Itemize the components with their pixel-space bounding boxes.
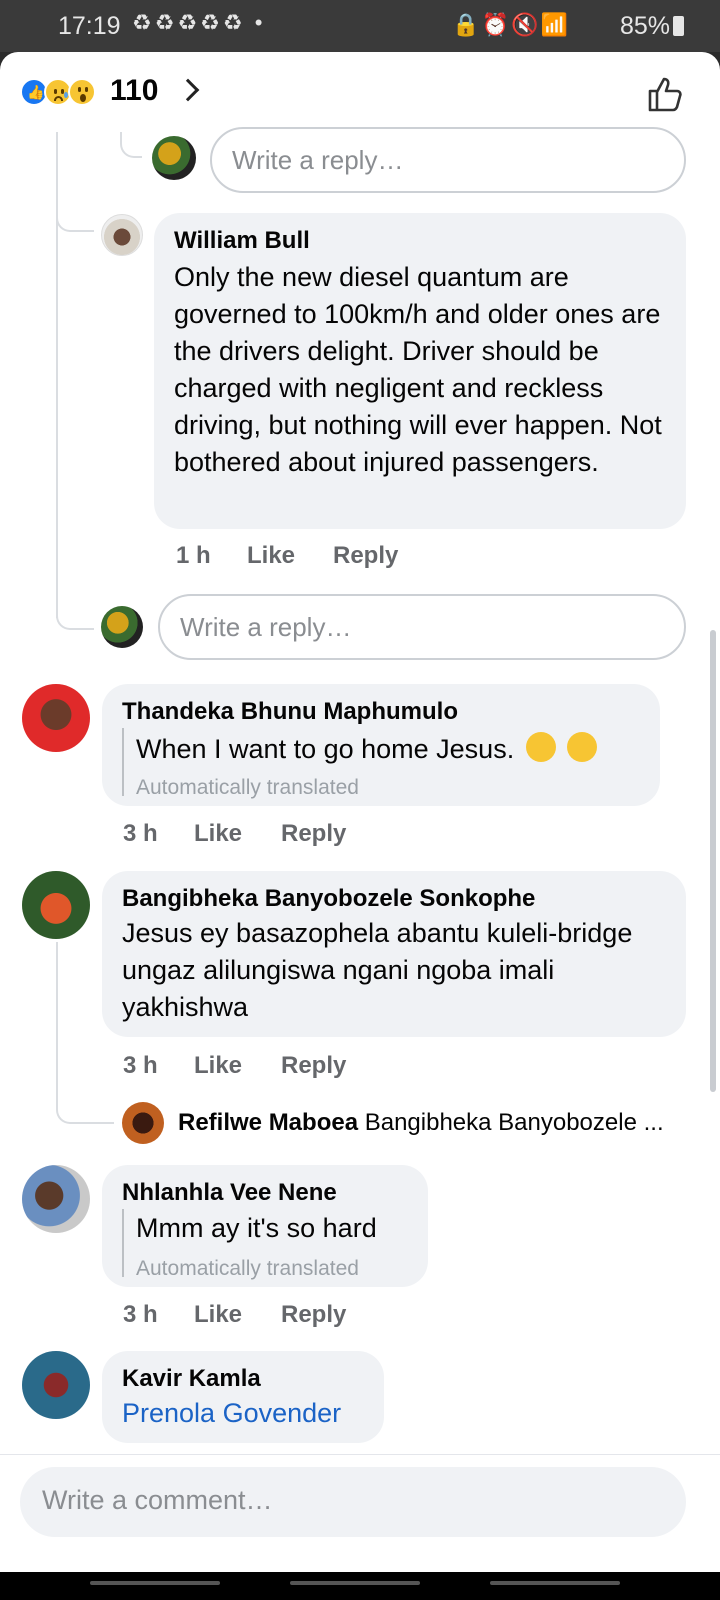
translated-block: Mmm ay it's so hard Automatically transl… [122, 1209, 412, 1280]
reply-preview[interactable]: Refilwe Maboea Bangibheka Banyobozele ..… [178, 1109, 688, 1137]
nav-back-handle[interactable] [90, 1581, 220, 1585]
comment-input[interactable]: Write a comment… [20, 1467, 686, 1537]
my-avatar [152, 136, 196, 180]
reply-button[interactable]: Reply [281, 1301, 346, 1329]
comment-author[interactable]: Nhlanhla Vee Nene [122, 1179, 337, 1207]
thread-connector [56, 1092, 114, 1124]
comment-composer: Write a comment… [0, 1454, 720, 1572]
reaction-icons[interactable] [20, 78, 96, 106]
chevron-right-icon[interactable] [176, 78, 200, 102]
reply-button[interactable]: Reply [281, 820, 346, 848]
thread-line [56, 942, 58, 1102]
battery-icon [673, 16, 684, 36]
status-time: 17:19 [58, 12, 121, 40]
notification-icons: ♻♻♻♻♻ • [132, 10, 266, 35]
thread-connector [56, 592, 94, 630]
translated-block: When I want to go home Jesus. Automatica… [122, 728, 642, 799]
nav-home-handle[interactable] [290, 1581, 420, 1585]
like-thumb-icon[interactable] [646, 74, 686, 114]
reply-input[interactable]: Write a reply… [158, 594, 686, 660]
nav-recents-handle[interactable] [490, 1581, 620, 1585]
comment-time: 3 h [123, 820, 158, 847]
scrollbar[interactable] [710, 630, 716, 1092]
avatar-nhlanhla [22, 1165, 90, 1233]
comment-bubble[interactable]: Kavir Kamla Prenola Govender [102, 1351, 384, 1443]
like-button[interactable]: Like [194, 820, 242, 848]
like-button[interactable]: Like [194, 1052, 242, 1080]
reply-placeholder: Write a reply… [180, 612, 352, 642]
comments-sheet: 110 Write a reply… William Bull Only the… [0, 52, 720, 1572]
my-avatar [101, 606, 143, 648]
reactions-header[interactable]: 110 [0, 52, 720, 132]
eye-roll-emoji-icon [525, 732, 556, 762]
comment-bubble[interactable]: Nhlanhla Vee Nene Mmm ay it's so hard Au… [102, 1165, 428, 1287]
comment-text: Mmm ay it's so hard [136, 1213, 377, 1243]
avatar-kavir [22, 1351, 90, 1419]
comment-time: 3 h [123, 1052, 158, 1079]
comment-author[interactable]: Kavir Kamla [122, 1365, 261, 1393]
comment-text: When I want to go home Jesus. [136, 734, 515, 764]
reaction-count[interactable]: 110 [110, 74, 158, 108]
comment-placeholder: Write a comment… [42, 1485, 273, 1515]
avatar-william-bull [101, 214, 143, 256]
reply-button[interactable]: Reply [333, 542, 398, 570]
battery-level: 85% [619, 12, 670, 40]
comment-bubble[interactable]: Thandeka Bhunu Maphumulo When I want to … [102, 684, 660, 806]
reply-placeholder: Write a reply… [232, 145, 404, 175]
tagged-user-link[interactable]: Prenola Govender [122, 1395, 341, 1432]
comment-text: Only the new diesel quantum are governed… [174, 262, 662, 477]
reply-preview-text: Bangibheka Banyobozele ... [364, 1109, 664, 1136]
avatar-bangibheka [22, 871, 90, 939]
comment-bubble[interactable]: William Bull Only the new diesel quantum… [154, 213, 686, 529]
status-bar: 17:19 ♻♻♻♻♻ • 🔒⏰🔇📶 85% [0, 0, 720, 52]
like-button[interactable]: Like [247, 542, 295, 570]
unamused-emoji-icon [567, 732, 598, 762]
comment-time: 3 h [123, 1301, 158, 1328]
wow-reaction-icon [68, 78, 96, 106]
reply-preview-author[interactable]: Refilwe Maboea [178, 1109, 358, 1136]
comment-author[interactable]: Bangibheka Banyobozele Sonkophe [122, 885, 535, 913]
reply-button[interactable]: Reply [281, 1052, 346, 1080]
thread-connector [56, 200, 94, 232]
comment-text: Jesus ey basazophela abantu kuleli-bridg… [122, 918, 633, 1022]
system-status-icons: 🔒⏰🔇📶 [452, 12, 570, 37]
auto-translated-note[interactable]: Automatically translated [136, 1257, 359, 1281]
avatar-refilwe [122, 1102, 164, 1144]
thread-connector [120, 132, 142, 158]
reply-input[interactable]: Write a reply… [210, 127, 686, 193]
comment-author[interactable]: William Bull [174, 227, 310, 255]
comment-bubble[interactable]: Bangibheka Banyobozele Sonkophe Jesus ey… [102, 871, 686, 1037]
system-nav-bar [0, 1572, 720, 1600]
comment-author[interactable]: Thandeka Bhunu Maphumulo [122, 698, 458, 726]
comment-time: 1 h [176, 542, 211, 569]
auto-translated-note[interactable]: Automatically translated [136, 776, 359, 800]
like-button[interactable]: Like [194, 1301, 242, 1329]
avatar-thandeka [22, 684, 90, 752]
